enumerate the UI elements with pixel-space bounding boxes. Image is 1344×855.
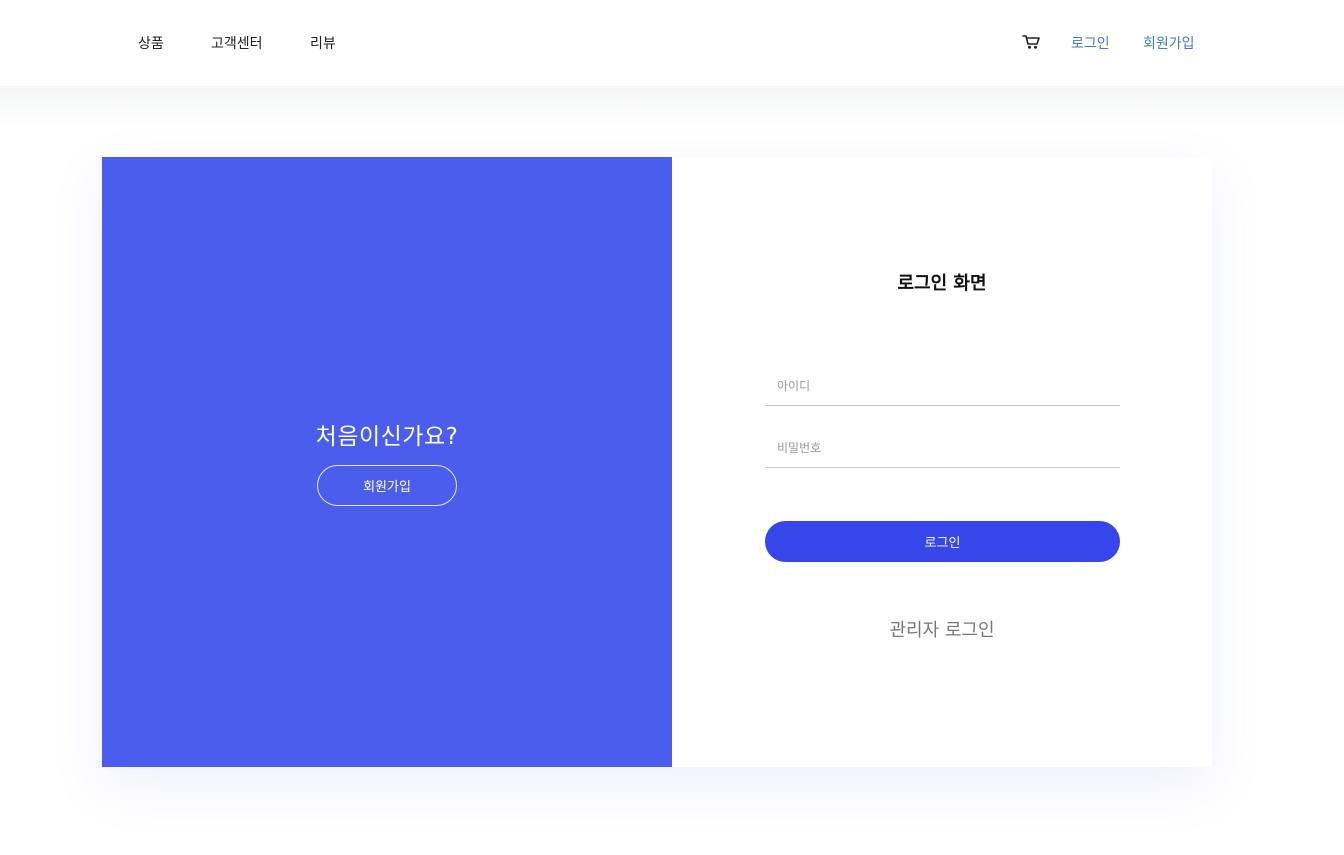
welcome-title: 처음이신가요?: [315, 424, 459, 450]
nav-item-reviews[interactable]: 리뷰: [310, 33, 336, 53]
login-card: 처음이신가요? 회원가입 로그인 화면 로그인 관리자 로그인: [102, 157, 1212, 767]
password-input[interactable]: [765, 428, 1120, 468]
login-panel: 로그인 화면 로그인 관리자 로그인: [672, 157, 1212, 767]
username-input[interactable]: [765, 366, 1120, 406]
nav-signup-link[interactable]: 회원가입: [1143, 33, 1195, 53]
login-title: 로그인 화면: [897, 273, 987, 294]
cart-icon[interactable]: [1022, 34, 1041, 50]
top-navbar: 상품 고객센터 리뷰 로그인 회원가입: [0, 0, 1344, 86]
nav-login-link[interactable]: 로그인: [1071, 33, 1110, 53]
nav-item-customer-center[interactable]: 고객센터: [211, 33, 263, 53]
nav-item-products[interactable]: 상품: [138, 33, 164, 53]
admin-login-link[interactable]: 관리자 로그인: [672, 616, 1212, 642]
navbar-shadow: [0, 86, 1344, 126]
login-submit-button[interactable]: 로그인: [765, 521, 1120, 562]
signup-button[interactable]: 회원가입: [317, 465, 457, 506]
welcome-panel: 처음이신가요? 회원가입: [102, 157, 672, 767]
